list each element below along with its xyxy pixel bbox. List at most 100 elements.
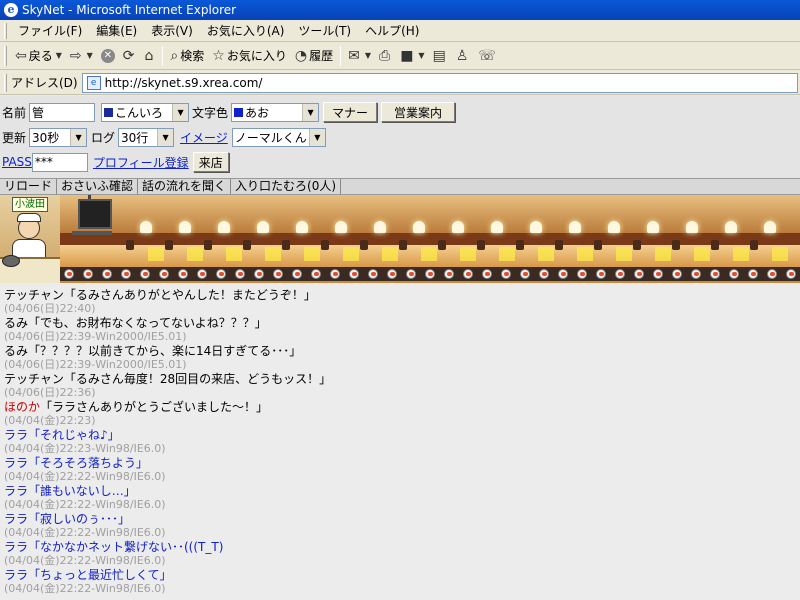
chat-message: ララ「そろそろ落ちよう」 bbox=[4, 456, 796, 470]
message-timestamp: (04/04(金)22:23-Win98/IE6.0) bbox=[4, 442, 166, 455]
manner-button[interactable]: マナー bbox=[323, 102, 378, 122]
text-color-select[interactable]: あお ▼ bbox=[231, 102, 320, 122]
address-url[interactable]: http://skynet.s9.xrea.com/ bbox=[105, 76, 263, 90]
sushi-plate-icon bbox=[2, 255, 20, 267]
history-button[interactable]: ◔ 履歴 bbox=[291, 45, 337, 67]
menu-tools[interactable]: ツール(T) bbox=[291, 22, 358, 39]
chat-message: ララ「誰もいないし…」 bbox=[4, 484, 796, 498]
refresh-button[interactable]: ⟳ bbox=[119, 45, 141, 67]
pass-input[interactable]: *** bbox=[31, 152, 88, 172]
sushi-plate-icon bbox=[292, 269, 302, 279]
chevron-down-icon[interactable]: ▼ bbox=[70, 128, 87, 146]
conversation-flow-action[interactable]: 話の流れを聞く bbox=[138, 179, 232, 194]
mail-button[interactable]: ✉ ▼ bbox=[344, 45, 375, 67]
image-link[interactable]: イメージ bbox=[180, 129, 228, 146]
toolbar-separator bbox=[162, 45, 164, 66]
edit-dropdown-icon[interactable]: ▼ bbox=[418, 51, 424, 60]
sushi-plate-icon bbox=[121, 269, 131, 279]
message-timestamp: (04/06(日)22:36) bbox=[4, 386, 96, 399]
address-grip bbox=[4, 73, 7, 92]
sushi-plate-icon bbox=[159, 269, 169, 279]
tea-cup-icon bbox=[516, 240, 524, 250]
lamp-icon bbox=[413, 221, 425, 233]
sushi-plate-icon bbox=[235, 269, 245, 279]
lamp-icon bbox=[686, 221, 698, 233]
tea-cup-icon bbox=[399, 240, 407, 250]
menu-help[interactable]: ヘルプ(H) bbox=[358, 22, 426, 39]
color-select[interactable]: こんいろ ▼ bbox=[101, 102, 190, 122]
message-timestamp: (04/06(日)22:39-Win2000/IE5.01) bbox=[4, 358, 187, 371]
stop-button[interactable]: ✕ bbox=[97, 45, 119, 67]
back-button[interactable]: ⇦ 戻る ▼ bbox=[11, 45, 66, 67]
page-content: 名前 管 こんいろ ▼ 文字色 あお ▼ マナー 営業案内 更新 30秒 ▼ ロ… bbox=[0, 96, 800, 600]
message-text: ララ「それじゃね♪」 bbox=[4, 428, 120, 442]
tea-cup-icon bbox=[594, 240, 602, 250]
form-row-name: 名前 管 こんいろ ▼ 文字色 あお ▼ マナー 営業案内 bbox=[2, 101, 456, 123]
address-bar: アドレス(D) e http://skynet.s9.xrea.com/ bbox=[0, 71, 800, 95]
pass-link[interactable]: PASS bbox=[2, 155, 32, 169]
menu-edit[interactable]: 編集(E) bbox=[89, 22, 144, 39]
tea-cup-icon bbox=[477, 240, 485, 250]
home-button[interactable]: ⌂ bbox=[141, 45, 160, 67]
mail-icon: ✉ bbox=[348, 47, 360, 64]
mail-dropdown-icon[interactable]: ▼ bbox=[365, 51, 371, 60]
chat-message: ララ「なかなかネット繋げない･･(((T_T) bbox=[4, 540, 796, 554]
address-input[interactable]: e http://skynet.s9.xrea.com/ bbox=[81, 72, 798, 93]
chevron-down-icon[interactable]: ▼ bbox=[157, 128, 174, 146]
favorites-button[interactable]: ☆ お気に入り bbox=[208, 45, 291, 67]
print-button[interactable]: ⎙ bbox=[375, 45, 396, 67]
sushi-plate-icon bbox=[653, 269, 663, 279]
menu-favorites[interactable]: お気に入り(A) bbox=[200, 22, 292, 39]
menu-view[interactable]: 表示(V) bbox=[144, 22, 200, 39]
name-input[interactable]: 管 bbox=[29, 102, 96, 122]
log-select-value: 30行 bbox=[121, 130, 149, 145]
chevron-down-icon[interactable]: ▼ bbox=[172, 103, 189, 121]
name-label: 名前 bbox=[2, 105, 27, 120]
forward-dropdown-icon[interactable]: ▼ bbox=[87, 51, 93, 60]
forward-button[interactable]: ⇨ ▼ bbox=[66, 45, 97, 67]
chat-icon: ☏ bbox=[478, 47, 496, 64]
profile-register-link[interactable]: プロフィール登録 bbox=[93, 154, 189, 171]
lamp-icon bbox=[335, 221, 347, 233]
entrance-loiter-action[interactable]: 入り口たむろ(0人) bbox=[231, 179, 342, 194]
counter-light bbox=[421, 247, 437, 261]
counter-light bbox=[694, 247, 710, 261]
tea-cup-icon bbox=[555, 240, 563, 250]
wallet-check-action[interactable]: おさいふ確認 bbox=[57, 179, 139, 194]
edit-button[interactable]: ■ ▼ bbox=[396, 45, 428, 67]
counter-light bbox=[655, 247, 671, 261]
favorites-icon: ☆ bbox=[212, 47, 225, 64]
refresh-select[interactable]: 30秒 ▼ bbox=[29, 127, 88, 147]
counter-light bbox=[187, 247, 203, 261]
sushi-plate-icon bbox=[558, 269, 568, 279]
business-info-button[interactable]: 営業案内 bbox=[381, 102, 456, 122]
history-icon: ◔ bbox=[294, 47, 308, 64]
lamp-icon bbox=[647, 221, 659, 233]
image-select[interactable]: ノーマルくん ▼ bbox=[231, 127, 326, 147]
standard-toolbar: ⇦ 戻る ▼ ⇨ ▼ ✕ ⟳ ⌂ ⌕ 検索 ☆ お気に入り ◔ 履歴 ✉ ▼ ⎙… bbox=[0, 42, 800, 70]
lamp-icon bbox=[452, 221, 464, 233]
sushi-plate-icon bbox=[273, 269, 283, 279]
messenger-button[interactable]: ♙ bbox=[452, 45, 475, 67]
discuss-button[interactable]: ▤ bbox=[429, 45, 452, 67]
print-icon: ⎙ bbox=[378, 47, 391, 64]
chevron-down-icon[interactable]: ▼ bbox=[302, 103, 319, 121]
search-button[interactable]: ⌕ 検索 bbox=[166, 45, 208, 67]
chevron-down-icon[interactable]: ▼ bbox=[308, 128, 325, 146]
sushi-plate-icon bbox=[501, 269, 511, 279]
lamp-icon bbox=[764, 221, 776, 233]
action-bar: リロード おさいふ確認 話の流れを聞く 入り口たむろ(0人) bbox=[0, 178, 800, 195]
message-timestamp: (04/04(金)22:22-Win98/IE6.0) bbox=[4, 498, 166, 511]
back-arrow-icon: ⇦ bbox=[15, 47, 27, 64]
search-icon: ⌕ bbox=[170, 47, 179, 64]
menu-file[interactable]: ファイル(F) bbox=[11, 22, 89, 39]
message-text: テッチャン「るみさんありがとやんした！またどうぞ！」 bbox=[4, 288, 316, 302]
home-icon: ⌂ bbox=[144, 47, 154, 64]
chat-message: るみ「？？？？以前きてから、楽に14日すぎてる･･･」 bbox=[4, 344, 796, 358]
back-dropdown-icon[interactable]: ▼ bbox=[56, 51, 62, 60]
enter-shop-button[interactable]: 来店 bbox=[192, 152, 229, 172]
chat-button[interactable]: ☏ bbox=[474, 45, 502, 67]
reload-action[interactable]: リロード bbox=[0, 179, 58, 194]
log-select[interactable]: 30行 ▼ bbox=[118, 127, 175, 147]
counter-light bbox=[538, 247, 554, 261]
